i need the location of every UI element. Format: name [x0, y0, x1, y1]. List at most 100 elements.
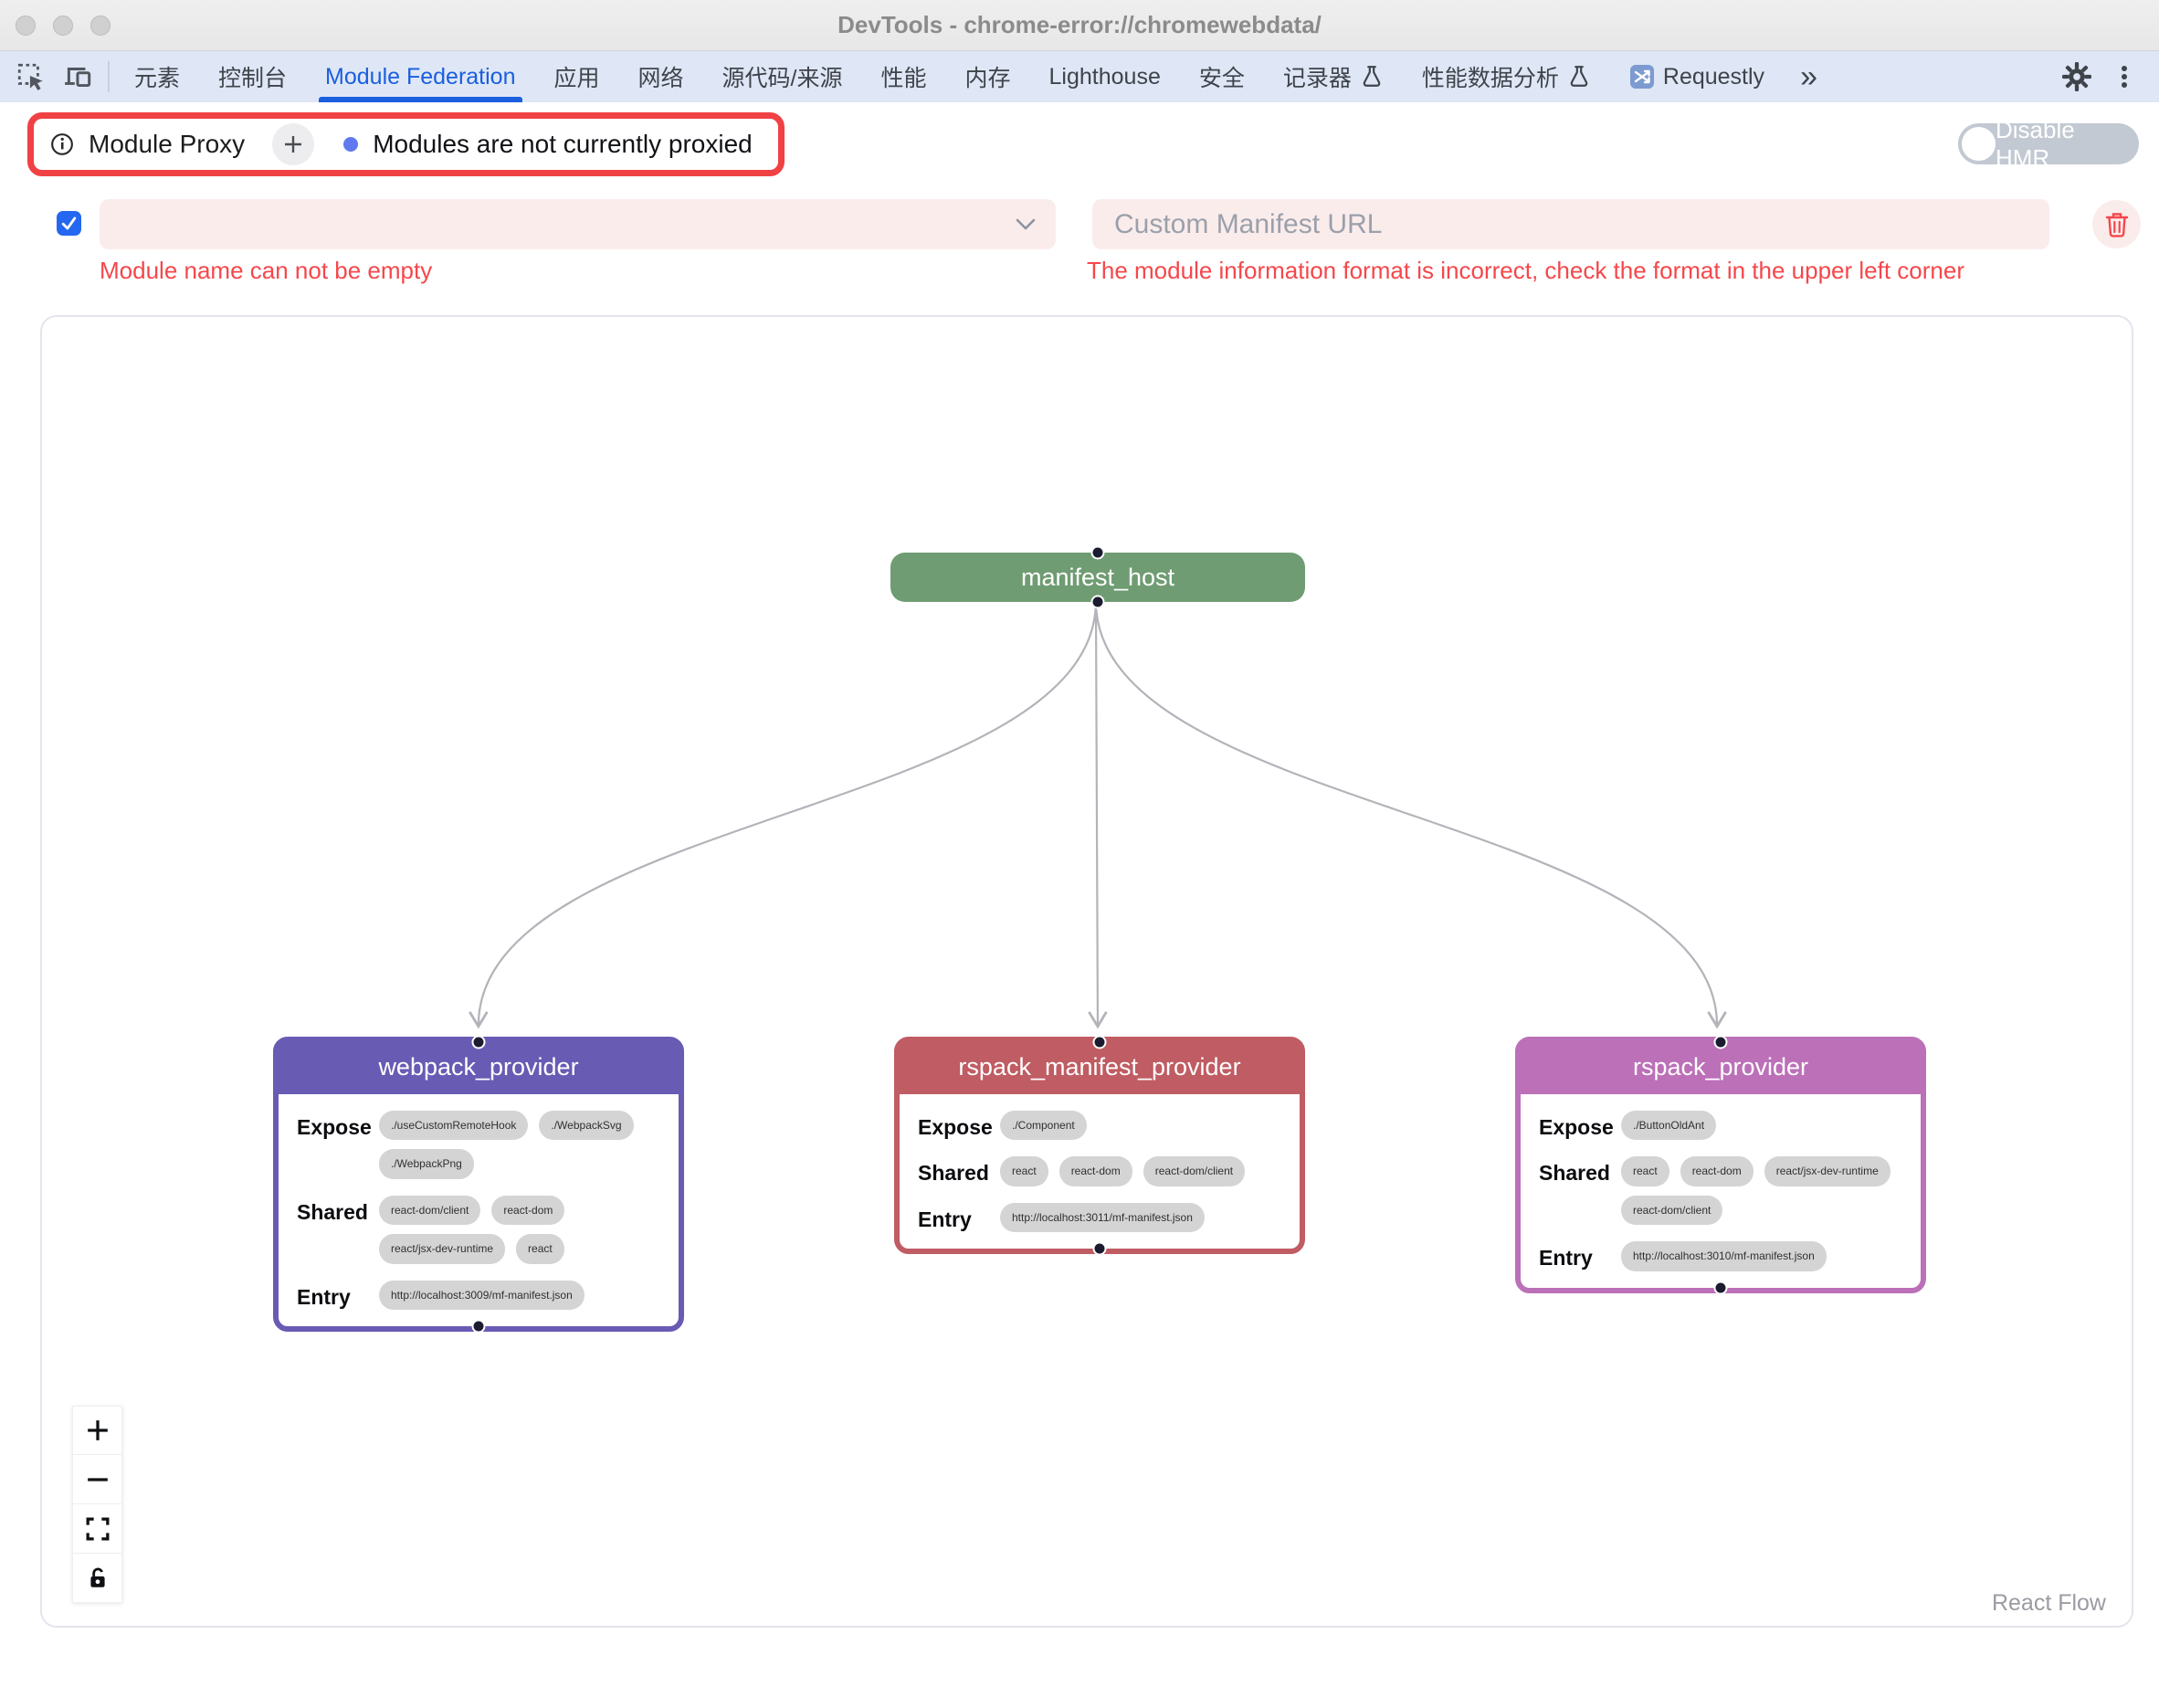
tab-cjk-10[interactable]: 记录器	[1264, 51, 1403, 102]
toggle-label: Disable HMR	[1996, 116, 2139, 173]
inspect-cursor-icon	[16, 61, 47, 92]
module-tag: react/jsx-dev-runtime	[379, 1234, 505, 1263]
zoom-out-button[interactable]	[72, 1455, 122, 1504]
tab-cjk-3[interactable]: 应用	[535, 51, 619, 102]
tab-requestly[interactable]: Requestly	[1610, 51, 1784, 102]
tab-strip: 元素 控制台 Module Federation 应用网络源代码/来源性能内存Ligh…	[115, 51, 1784, 102]
section-label: Shared	[1539, 1156, 1621, 1186]
close-window-button[interactable]	[16, 16, 36, 36]
node-body: Expose./useCustomRemoteHook./WebpackSvg.…	[279, 1094, 679, 1326]
tab-cjk-5[interactable]: 源代码/来源	[703, 51, 862, 102]
node-section-shared: Sharedreactreact-domreact-dom/client	[918, 1156, 1289, 1186]
node-section-entry: Entryhttp://localhost:3010/mf-manifest.j…	[1539, 1241, 1910, 1270]
tab-cjk-7[interactable]: 内存	[946, 51, 1030, 102]
bottom-handle	[472, 1319, 486, 1333]
graph-node-rspack_provider[interactable]: rspack_providerExpose./ButtonOldAntShare…	[1515, 1037, 1926, 1293]
graph-node-rspack_manifest_provider[interactable]: rspack_manifest_providerExpose./Componen…	[894, 1037, 1305, 1254]
zoom-out-icon	[86, 1468, 110, 1492]
section-tags: ./Component	[1000, 1111, 1087, 1140]
tab-cjk-0[interactable]: 元素	[115, 51, 199, 102]
tab-label: Requestly	[1663, 64, 1764, 90]
gear-icon	[2062, 62, 2091, 91]
plus-icon	[282, 133, 304, 155]
tab-cjk-4[interactable]: 网络	[619, 51, 703, 102]
section-label: Shared	[918, 1156, 1000, 1186]
zoom-window-button[interactable]	[90, 16, 111, 36]
tab-cjk-11[interactable]: 性能数据分析	[1403, 51, 1610, 102]
fit-view-button[interactable]	[72, 1504, 122, 1554]
tab-label: 控制台	[218, 60, 287, 93]
chevron-down-icon	[1016, 218, 1036, 231]
bottom-handle	[1091, 596, 1105, 609]
react-flow-attribution[interactable]: React Flow	[1992, 1590, 2106, 1617]
tab-label: Module Federation	[325, 64, 515, 90]
devtools-menu-button[interactable]	[2101, 51, 2148, 102]
manifest-format-error: The module information format is incorre…	[1087, 257, 1964, 285]
flask-icon	[1360, 65, 1384, 89]
module-tag: react	[516, 1234, 564, 1263]
graph-edge-rspack_provider	[1096, 601, 1717, 1026]
kebab-menu-icon	[2111, 63, 2138, 90]
fit-view-icon	[86, 1517, 110, 1541]
tab-cjk-6[interactable]: 性能	[861, 51, 945, 102]
tab-label: 安全	[1199, 60, 1245, 93]
section-label: Entry	[918, 1203, 1000, 1232]
inspect-element-button[interactable]	[7, 51, 55, 102]
section-tags: http://localhost:3011/mf-manifest.json	[1000, 1203, 1205, 1232]
device-toolbar-icon	[63, 61, 94, 92]
module-name-error: Module name can not be empty	[100, 257, 432, 285]
module-tag: ./WebpackSvg	[539, 1111, 633, 1140]
node-body: Expose./ButtonOldAntSharedreactreact-dom…	[1521, 1094, 1921, 1288]
graph-edges	[42, 317, 2132, 1626]
trash-icon	[2104, 211, 2130, 238]
tab-lighthouse[interactable]: Lighthouse	[1030, 51, 1180, 102]
lock-interactivity-button[interactable]	[72, 1554, 122, 1603]
top-handle	[1093, 1036, 1107, 1049]
module-tag: react-dom	[491, 1196, 564, 1225]
graph-edge-rspack_manifest_provider	[1096, 601, 1098, 1026]
minimize-window-button[interactable]	[53, 16, 73, 36]
module-tag: react-dom	[1680, 1156, 1754, 1186]
settings-button[interactable]	[2053, 51, 2101, 102]
section-tags: react-dom/clientreact-domreact/jsx-dev-r…	[379, 1196, 668, 1264]
module-enabled-checkbox[interactable]	[57, 211, 81, 236]
zoom-in-icon	[86, 1418, 110, 1442]
flow-controls	[72, 1406, 122, 1603]
delete-module-button[interactable]	[2092, 200, 2141, 248]
tab-module-federation[interactable]: Module Federation	[306, 51, 534, 102]
devtools-tabbar: 元素 控制台 Module Federation 应用网络源代码/来源性能内存Ligh…	[0, 51, 2159, 102]
node-title: webpack_provider	[279, 1042, 679, 1094]
node-body: Expose./ComponentSharedreactreact-domrea…	[900, 1094, 1300, 1249]
add-proxy-rule-button[interactable]	[272, 123, 314, 165]
graph-node-webpack_provider[interactable]: webpack_providerExpose./useCustomRemoteH…	[273, 1037, 684, 1332]
top-handle	[1714, 1036, 1728, 1049]
bottom-handle	[1093, 1242, 1107, 1256]
window-titlebar: DevTools - chrome-error://chromewebdata/	[0, 0, 2159, 51]
section-label: Entry	[1539, 1241, 1621, 1270]
section-label: Shared	[297, 1196, 379, 1225]
zoom-in-button[interactable]	[72, 1406, 122, 1455]
tab-label: 记录器	[1283, 60, 1352, 93]
window-title: DevTools - chrome-error://chromewebdata/	[837, 11, 1322, 39]
module-tag: ./useCustomRemoteHook	[379, 1111, 528, 1140]
graph-node-manifest_host[interactable]: manifest_host	[890, 553, 1305, 602]
node-title: rspack_manifest_provider	[900, 1042, 1300, 1094]
module-graph-canvas[interactable]: manifest_host webpack_providerExpose./use…	[40, 315, 2133, 1628]
bottom-handle	[1714, 1281, 1728, 1294]
tab-label: 元素	[134, 60, 180, 93]
module-tag: ./ButtonOldAnt	[1621, 1111, 1716, 1140]
module-name-select[interactable]	[100, 199, 1056, 249]
tab-label: 性能	[880, 60, 926, 93]
tab-cjk-9[interactable]: 安全	[1180, 51, 1264, 102]
module-proxy-title: Module Proxy	[89, 130, 245, 159]
flask-icon	[1567, 65, 1591, 89]
tab-cjk-1[interactable]: 控制台	[199, 51, 306, 102]
more-tabs-button[interactable]: »	[1784, 51, 1834, 102]
disable-hmr-toggle[interactable]: Disable HMR	[1958, 123, 2139, 164]
device-toolbar-button[interactable]	[55, 51, 102, 102]
custom-manifest-url-input[interactable]	[1092, 199, 2049, 249]
section-tags: reactreact-domreact/jsx-dev-runtimereact…	[1621, 1156, 1910, 1225]
module-tag: react-dom/client	[1621, 1196, 1722, 1225]
proxy-status-text: Modules are not currently proxied	[373, 130, 753, 159]
module-tag: react-dom	[1059, 1156, 1132, 1186]
